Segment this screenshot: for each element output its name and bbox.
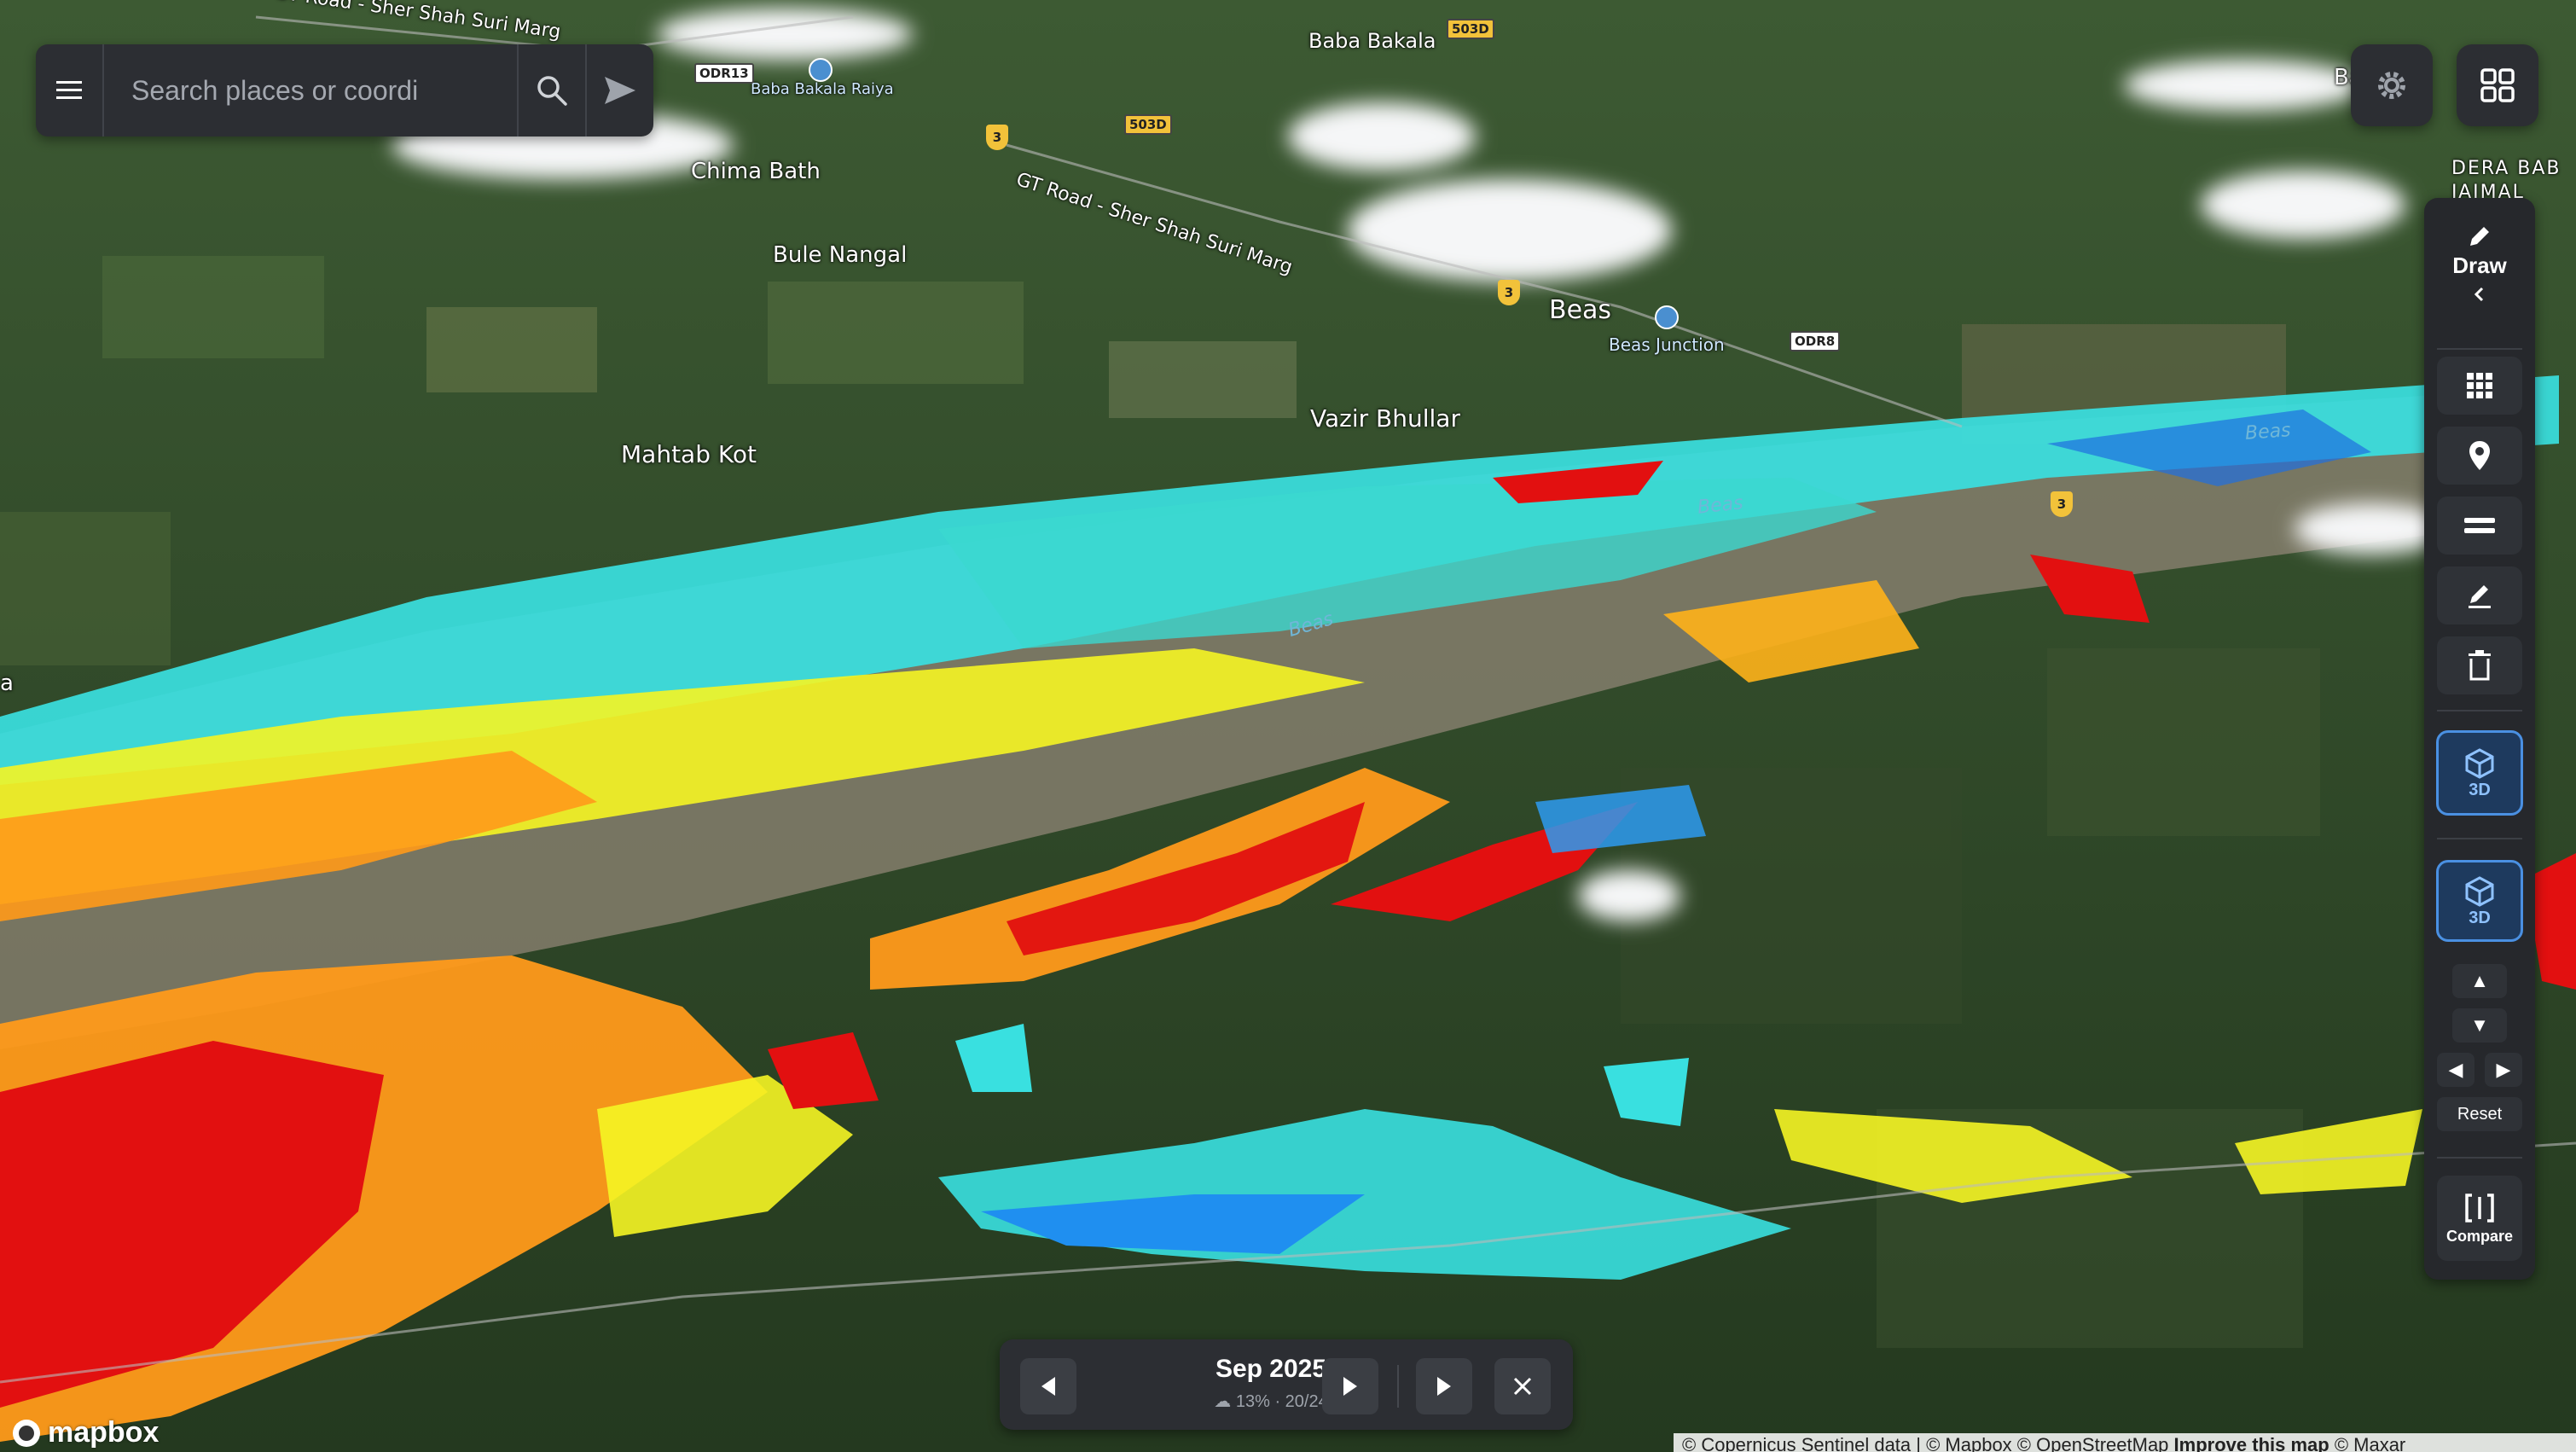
draw-label: Draw xyxy=(2452,253,2507,278)
delete-button[interactable] xyxy=(2437,636,2522,694)
cube-icon xyxy=(2465,875,2494,907)
3d-view-toggle[interactable]: 3D xyxy=(2436,860,2523,942)
3d-label: 3D xyxy=(2469,908,2491,927)
arrow-left-icon: ◀ xyxy=(2448,1059,2463,1080)
river-label-beas-3: Beas xyxy=(2244,420,2292,444)
compare-icon xyxy=(2465,1193,2494,1223)
mapbox-logo[interactable]: mapbox xyxy=(10,1416,159,1449)
highway-shield-3-c: 3 xyxy=(2051,491,2073,517)
trash-icon xyxy=(2469,650,2491,681)
play-prev-icon xyxy=(1041,1377,1055,1396)
attribution-text: © Copernicus Sentinel data | © Mapbox © … xyxy=(1682,1434,2174,1452)
previous-date-button[interactable] xyxy=(1020,1358,1076,1414)
next-date-button[interactable] xyxy=(1322,1358,1378,1414)
place-label-baba-bakala: Baba Bakala xyxy=(1308,29,1436,53)
search-bar xyxy=(36,44,653,136)
send-icon xyxy=(605,77,635,104)
compare-label: Compare xyxy=(2445,1227,2514,1245)
basemap-grid-button[interactable] xyxy=(2437,357,2522,415)
place-label-beas-junction: Beas Junction xyxy=(1609,334,1725,355)
place-label-beas: Beas xyxy=(1549,295,1612,325)
cloud-cover: 13% xyxy=(1235,1392,1270,1411)
edit-button[interactable] xyxy=(2437,566,2522,624)
tool-panel: Draw 3D 3D ▲ ▼ ◀ ▶ Reset Compare xyxy=(2424,198,2535,1280)
road-shield-503d-b: 503D xyxy=(1124,114,1172,135)
road-shield-odr8: ODR8 xyxy=(1790,331,1841,351)
chevron-left-icon xyxy=(2474,287,2484,302)
settings-button[interactable] xyxy=(2351,44,2433,126)
place-label-bule-nangal: Bule Nangal xyxy=(773,242,908,268)
3d-terrain-toggle[interactable]: 3D xyxy=(2436,730,2523,816)
close-timeline-button[interactable] xyxy=(1494,1358,1551,1414)
train-station-icon xyxy=(1655,305,1679,329)
attribution-bar: © Copernicus Sentinel data | © Mapbox © … xyxy=(1674,1433,2576,1452)
train-station-icon xyxy=(809,58,833,82)
menu-button[interactable] xyxy=(36,44,104,136)
cube-icon xyxy=(2465,747,2494,779)
arrow-right-icon: ▶ xyxy=(2496,1059,2511,1080)
arrow-down-icon: ▼ xyxy=(2470,1014,2489,1036)
marker-button[interactable] xyxy=(2437,427,2522,485)
rotate-right-button[interactable]: ▶ xyxy=(2485,1053,2522,1087)
dots-grid-icon xyxy=(2467,373,2492,398)
equals-icon xyxy=(2464,518,2495,533)
play-button[interactable] xyxy=(1416,1358,1472,1414)
rotate-left-button[interactable]: ◀ xyxy=(2437,1053,2474,1087)
map-canvas[interactable] xyxy=(0,0,2576,1452)
pencil-icon xyxy=(2470,227,2489,246)
place-label-vazir-bhullar: Vazir Bhullar xyxy=(1310,404,1460,433)
settings-icon xyxy=(2378,72,2405,99)
cloud-icon: ☁ xyxy=(1214,1392,1232,1411)
timeline-divider xyxy=(1397,1365,1399,1408)
reset-label: Reset xyxy=(2457,1104,2503,1124)
tilt-down-button[interactable]: ▼ xyxy=(2452,1008,2507,1043)
highway-shield-3-b: 3 xyxy=(1498,280,1520,305)
tilt-up-button[interactable]: ▲ xyxy=(2452,964,2507,998)
timeline-bar: Sep 2025 ☁ 13% · 20/24 xyxy=(1000,1339,1573,1430)
place-label-chima-bath: Chima Bath xyxy=(691,159,821,184)
reset-view-button[interactable]: Reset xyxy=(2437,1097,2522,1131)
place-label-mahtab-kot: Mahtab Kot xyxy=(621,440,757,468)
close-icon xyxy=(1513,1377,1532,1396)
toolbar-divider xyxy=(2437,838,2522,839)
search-button[interactable] xyxy=(517,44,585,136)
grid-icon xyxy=(2480,68,2515,102)
arrow-up-icon: ▲ xyxy=(2470,970,2489,991)
highway-shield-3-a: 3 xyxy=(986,125,1008,150)
play-icon xyxy=(1437,1377,1451,1396)
play-next-icon xyxy=(1343,1377,1357,1396)
compare-button[interactable]: Compare xyxy=(2437,1176,2522,1261)
attribution-maxar: © Maxar xyxy=(2329,1434,2406,1452)
mapbox-icon xyxy=(13,1419,40,1447)
draw-toggle[interactable]: Draw xyxy=(2424,217,2535,336)
toolbar-divider xyxy=(2437,710,2522,711)
road-shield-503d-a: 503D xyxy=(1447,19,1494,39)
layout-grid-button[interactable] xyxy=(2457,44,2538,126)
edit-icon xyxy=(2469,585,2491,608)
3d-label: 3D xyxy=(2469,780,2491,799)
mapbox-wordmark: mapbox xyxy=(48,1416,160,1449)
search-input[interactable] xyxy=(104,44,517,136)
improve-map-link[interactable]: Improve this map xyxy=(2174,1434,2329,1452)
road-shield-odr13: ODR13 xyxy=(694,63,754,84)
toolbar-divider xyxy=(2437,348,2522,350)
toolbar-divider xyxy=(2437,1157,2522,1159)
search-icon xyxy=(537,76,567,106)
menu-icon xyxy=(56,81,82,99)
line-button[interactable] xyxy=(2437,497,2522,555)
send-button[interactable] xyxy=(585,44,653,136)
meta-separator: · xyxy=(1274,1392,1285,1411)
place-label-a-left: a xyxy=(0,671,14,696)
location-pin-icon xyxy=(2469,441,2490,470)
place-label-baba-bakala-raiya: Baba Bakala Raiya xyxy=(751,80,894,98)
